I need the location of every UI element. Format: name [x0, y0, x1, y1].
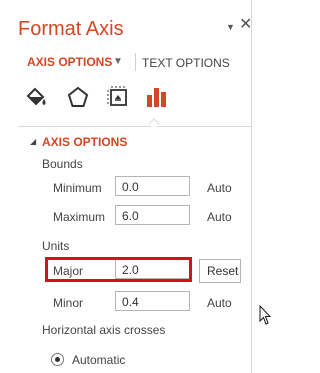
minor-label: Minor [53, 296, 84, 310]
minimum-field[interactable]: 0.0 [115, 176, 190, 196]
effects-icon[interactable] [66, 85, 90, 109]
maximum-field[interactable]: 6.0 [115, 205, 190, 225]
format-axis-pane: Format Axis ▼ ✕ AXIS OPTIONS ▼ TEXT OPTI… [0, 0, 252, 373]
minor-auto-label: Auto [207, 296, 232, 310]
horizontal-axis-crosses-label: Horizontal axis crosses [42, 323, 166, 337]
minimum-auto-label: Auto [207, 181, 232, 195]
tab-divider [135, 53, 136, 71]
collapse-icon[interactable]: ◢ [30, 137, 36, 146]
pane-options-icon[interactable]: ▼ [226, 22, 235, 32]
minimum-label: Minimum [53, 181, 102, 195]
selected-tab-pointer [148, 118, 160, 130]
close-icon[interactable]: ✕ [239, 17, 252, 33]
automatic-radio-label[interactable]: Automatic [72, 353, 125, 367]
major-highlight-box [45, 257, 192, 282]
pane-title: Format Axis [18, 18, 124, 40]
axis-options-icon[interactable] [144, 85, 168, 109]
maximum-auto-label: Auto [207, 210, 232, 224]
bounds-label: Bounds [42, 157, 83, 171]
tab-text-options[interactable]: TEXT OPTIONS [142, 56, 230, 70]
section-title[interactable]: AXIS OPTIONS [42, 135, 127, 149]
units-label: Units [42, 239, 70, 253]
size-properties-icon[interactable] [106, 85, 130, 109]
tab-axis-options[interactable]: AXIS OPTIONS [27, 55, 112, 69]
reset-button[interactable]: Reset [199, 259, 241, 283]
maximum-label: Maximum [53, 210, 106, 224]
tab-underline [18, 126, 252, 127]
fill-line-icon[interactable] [24, 85, 48, 109]
mouse-cursor-icon [259, 304, 272, 327]
minor-field[interactable]: 0.4 [115, 291, 190, 311]
chevron-down-icon[interactable]: ▼ [113, 56, 123, 67]
automatic-radio[interactable] [51, 353, 64, 366]
